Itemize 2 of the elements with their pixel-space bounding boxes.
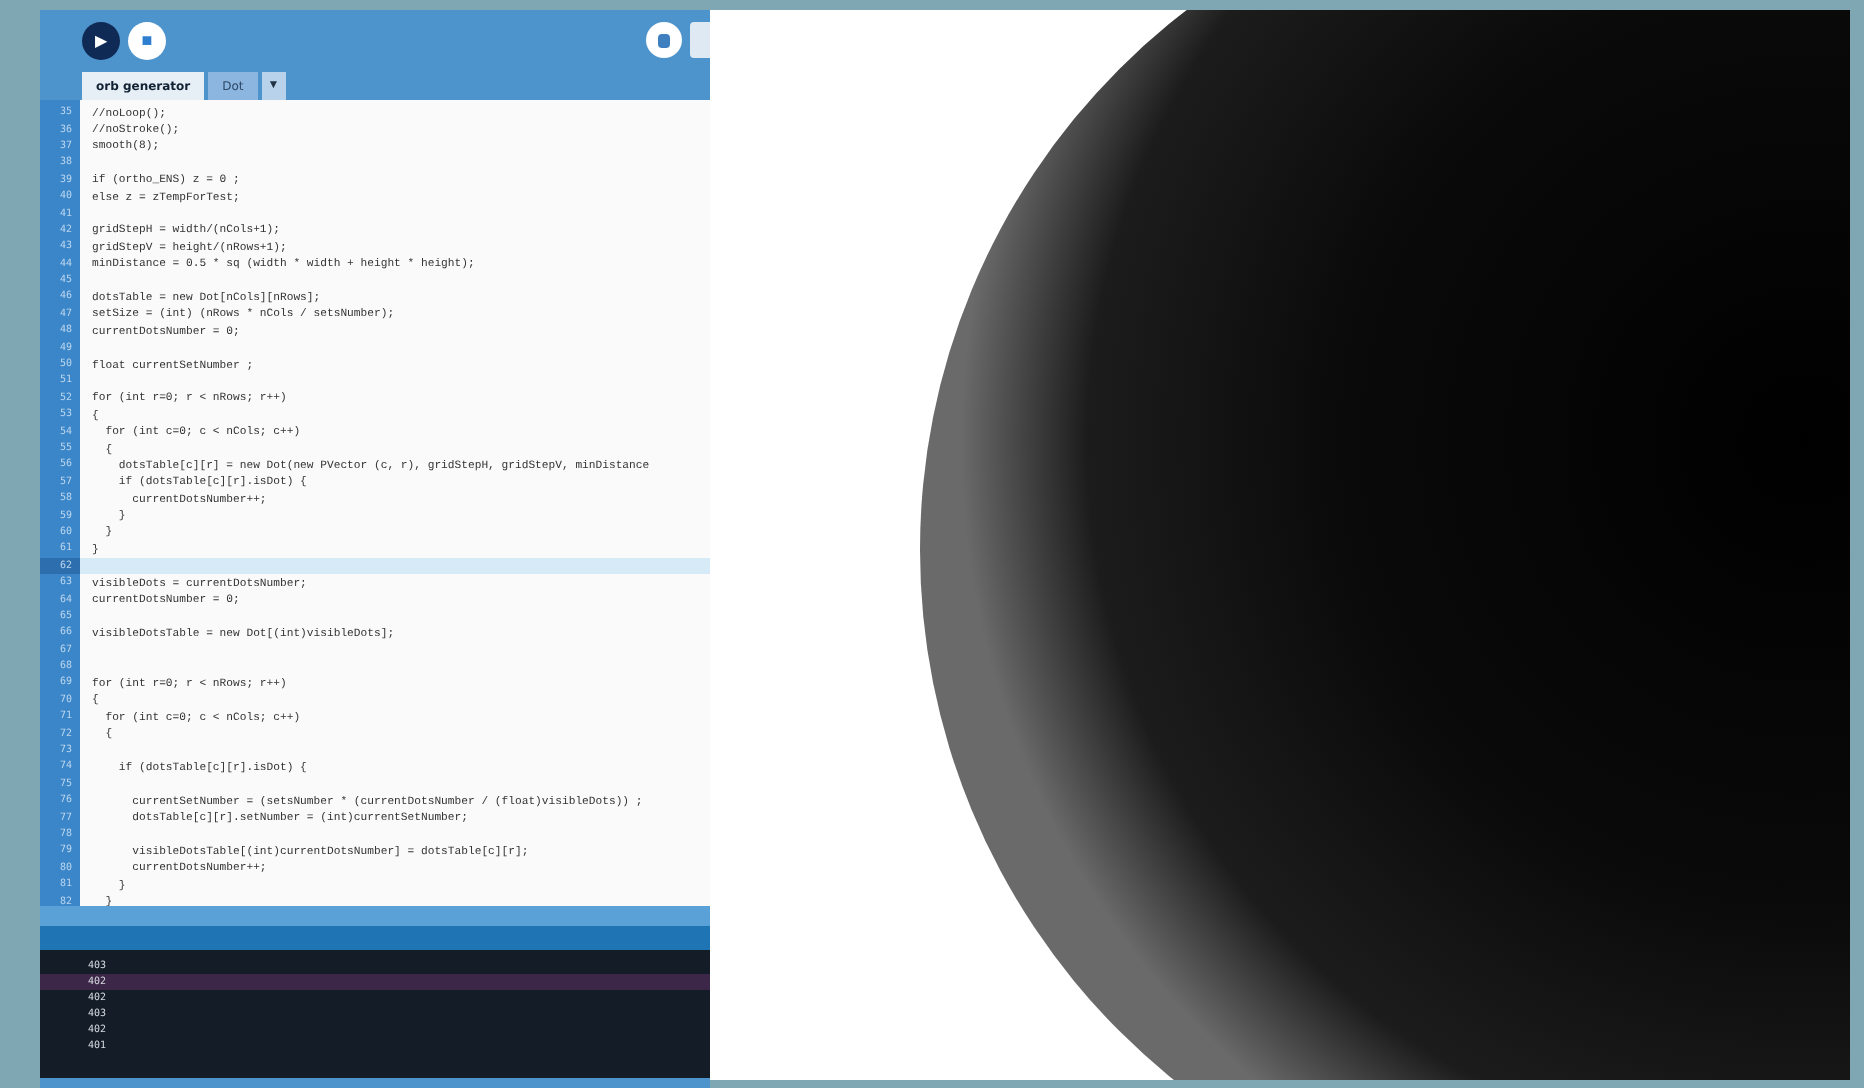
stop-button[interactable]: ■ <box>128 21 166 59</box>
run-button[interactable]: ▶ <box>82 21 120 59</box>
